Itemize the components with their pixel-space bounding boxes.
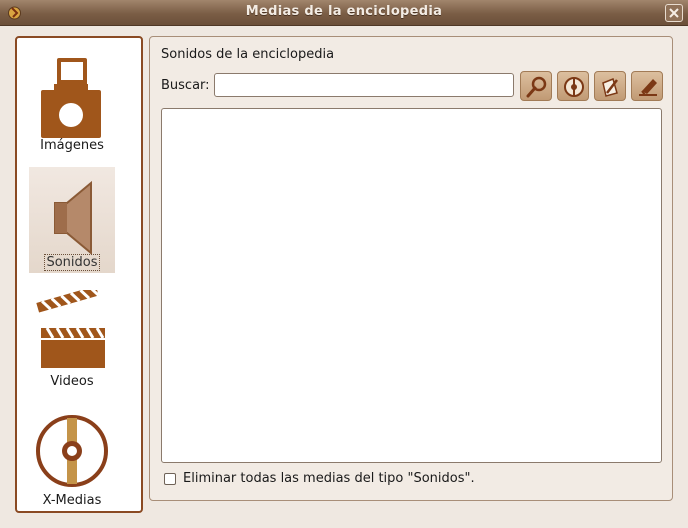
edit-icon (602, 77, 618, 97)
section-title: Sonidos de la enciclopedia (161, 47, 335, 62)
search-label: Buscar: (161, 78, 210, 93)
close-button[interactable] (665, 4, 683, 22)
sounds-panel: Sonidos de la enciclopedia Buscar: Elimi… (149, 36, 673, 501)
sounds-list[interactable] (161, 108, 662, 463)
delete-all-checkbox[interactable] (164, 473, 176, 485)
eraser-icon (639, 79, 657, 96)
sidebar-item-label: Imágenes (40, 138, 104, 153)
sidebar-item-imagenes[interactable]: Imágenes (29, 48, 115, 154)
sidebar-item-videos[interactable]: Videos (29, 284, 115, 390)
sidebar-item-x-medias[interactable]: X-Medias (29, 403, 115, 509)
media-type-sidebar: Imágenes Sonidos Videos X-Medias (15, 36, 143, 513)
clapperboard-icon (36, 290, 105, 368)
window-title: Medias de la enciclopedia (245, 4, 443, 19)
erase-button[interactable] (631, 71, 663, 101)
camera-icon (41, 58, 101, 138)
close-icon (669, 8, 679, 18)
speaker-icon (54, 180, 92, 256)
delete-all-label[interactable]: Eliminar todas las medias del tipo "Soni… (183, 471, 475, 486)
play-disc-icon (564, 77, 584, 97)
search-input[interactable] (214, 73, 514, 97)
disc-icon (36, 415, 108, 487)
play-button[interactable] (557, 71, 589, 101)
sidebar-item-label: Videos (50, 374, 94, 389)
sidebar-item-sonidos[interactable]: Sonidos (29, 167, 115, 273)
edit-button[interactable] (594, 71, 626, 101)
search-button[interactable] (520, 71, 552, 101)
sidebar-item-label: Sonidos (44, 254, 100, 271)
sidebar-item-label: X-Medias (42, 493, 102, 508)
title-bar: Medias de la enciclopedia (0, 0, 688, 26)
magnifier-icon (526, 76, 547, 98)
